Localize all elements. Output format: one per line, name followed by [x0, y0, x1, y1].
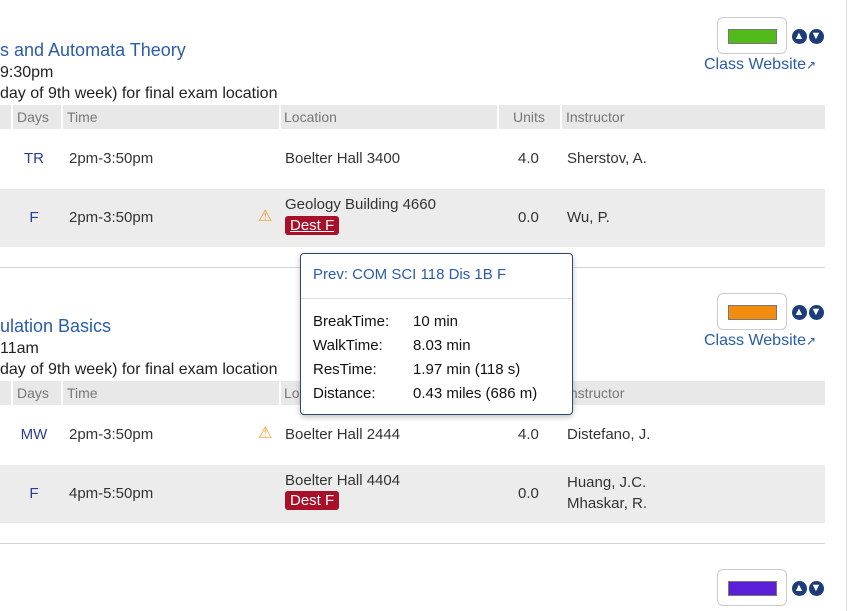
value: 0.43 miles (686 m) [413, 385, 538, 402]
warning-icon[interactable]: ⚠ [258, 206, 272, 226]
header-time: Time [67, 109, 98, 125]
scrollbar-edge [846, 0, 847, 611]
course-note: day of 9th week) for final exam location [0, 361, 278, 378]
units: 0.0 [518, 209, 539, 226]
class-website-label: Class Website [704, 332, 806, 349]
tooltip-row: Distance: 0.43 miles (686 m) [313, 385, 537, 402]
travel-tooltip: Prev: COM SCI 118 Dis 1B F BreakTime: 10 … [300, 253, 573, 415]
external-link-icon: ↗ [805, 334, 817, 348]
move-down-icon[interactable]: ▼ [809, 305, 824, 320]
move-down-icon[interactable]: ▼ [809, 581, 824, 596]
tooltip-title: Prev: COM SCI 118 Dis 1B F [301, 254, 572, 299]
tooltip-row: BreakTime: 10 min [313, 313, 458, 330]
move-down-icon[interactable]: ▼ [809, 29, 824, 44]
instructor: Mhaskar, R. [567, 495, 648, 512]
instructor: Sherstov, A. [567, 150, 647, 167]
color-swatch [728, 305, 777, 320]
course-title[interactable]: s and Automata Theory [0, 40, 186, 61]
days: MW [20, 426, 48, 443]
units: 4.0 [518, 426, 539, 443]
course-info: 9:30pm [0, 64, 54, 81]
header-time: Time [67, 385, 98, 401]
days: F [29, 209, 39, 226]
days: TR [24, 150, 44, 167]
dest-badge[interactable]: Dest F [285, 216, 340, 235]
instructor: Distefano, J. [567, 426, 651, 443]
color-picker[interactable] [717, 569, 787, 606]
table-row: F 4pm-5:50pm Boelter Hall 4404 Dest F 0.… [0, 465, 825, 523]
class-website-label: Class Website [704, 56, 806, 73]
divider [0, 543, 825, 544]
location: Boelter Hall 3400 [285, 150, 401, 167]
header-instructor: Instructor [566, 109, 625, 125]
color-swatch [728, 29, 777, 44]
header-days: Days [17, 385, 49, 401]
dest-badge[interactable]: Dest F [285, 491, 340, 510]
tooltip-row: WalkTime: 8.03 min [313, 337, 471, 354]
tooltip-row: ResTime: 1.97 min (118 s) [313, 361, 520, 378]
color-swatch [728, 581, 777, 596]
units: 0.0 [518, 485, 539, 502]
label: WalkTime: [313, 337, 383, 354]
table-header: Days Time Location Units Instructor [0, 105, 825, 129]
days: F [29, 485, 39, 502]
class-website-link[interactable]: Class Website↗ [704, 332, 816, 350]
units: 4.0 [518, 150, 539, 167]
time: 4pm-5:50pm [69, 485, 154, 502]
time: 2pm-3:50pm [69, 426, 154, 443]
class-website-link[interactable]: Class Website↗ [704, 56, 816, 74]
course-info: 11am [0, 340, 39, 357]
label: ResTime: [313, 361, 377, 378]
header-days: Days [17, 109, 49, 125]
course-title[interactable]: ulation Basics [0, 316, 111, 337]
value: 10 min [413, 313, 459, 330]
move-up-icon[interactable]: ▲ [792, 29, 807, 44]
label: BreakTime: [313, 313, 390, 330]
location: Geology Building 4660 [285, 196, 436, 213]
table-row: F 2pm-3:50pm ⚠ Geology Building 4660 Des… [0, 189, 825, 247]
value: 8.03 min [413, 337, 471, 354]
table-row: TR 2pm-3:50pm Boelter Hall 3400 4.0 Sher… [0, 130, 825, 188]
header-location: Location [284, 109, 337, 125]
move-up-icon[interactable]: ▲ [792, 581, 807, 596]
location: Boelter Hall 2444 [285, 426, 401, 443]
warning-icon[interactable]: ⚠ [258, 423, 272, 443]
label: Distance: [313, 385, 376, 402]
instructor: Wu, P. [567, 209, 610, 226]
time: 2pm-3:50pm [69, 150, 154, 167]
value: 1.97 min (118 s) [413, 361, 521, 378]
move-up-icon[interactable]: ▲ [792, 305, 807, 320]
header-units: Units [513, 109, 545, 125]
external-link-icon: ↗ [805, 58, 817, 72]
instructor: Huang, J.C. [567, 474, 647, 491]
course-note: day of 9th week) for final exam location [0, 85, 278, 102]
time: 2pm-3:50pm [69, 209, 154, 226]
location: Boelter Hall 4404 [285, 472, 401, 489]
header-instructor: Instructor [566, 385, 625, 401]
color-picker[interactable] [717, 293, 787, 330]
color-picker[interactable] [717, 17, 787, 54]
